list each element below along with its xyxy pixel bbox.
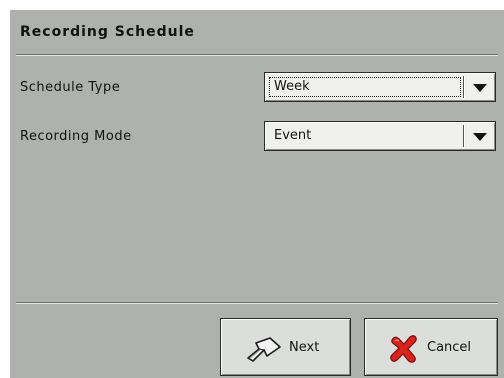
cancel-button-label: Cancel <box>427 340 472 355</box>
next-button[interactable]: Next <box>220 318 351 376</box>
recording-mode-select[interactable]: Event <box>264 121 496 151</box>
schedule-type-value: Week <box>274 79 310 94</box>
recording-mode-label: Recording Mode <box>20 129 132 144</box>
cancel-button[interactable]: Cancel <box>364 318 498 376</box>
next-arrow-icon <box>247 337 281 362</box>
dialog-title: Recording Schedule <box>20 24 195 40</box>
recording-mode-value: Event <box>274 128 312 143</box>
title-divider <box>16 54 498 56</box>
select-divider <box>463 76 465 98</box>
chevron-down-icon[interactable] <box>473 133 487 141</box>
red-x-icon <box>390 335 417 363</box>
schedule-type-select[interactable]: Week <box>264 72 496 102</box>
select-divider <box>463 125 465 147</box>
next-button-label: Next <box>289 340 320 355</box>
footer-divider <box>16 302 498 304</box>
recording-schedule-dialog: Recording Schedule Schedule Type Week Re… <box>10 10 504 378</box>
schedule-type-label: Schedule Type <box>20 80 121 95</box>
chevron-down-icon[interactable] <box>473 84 487 92</box>
